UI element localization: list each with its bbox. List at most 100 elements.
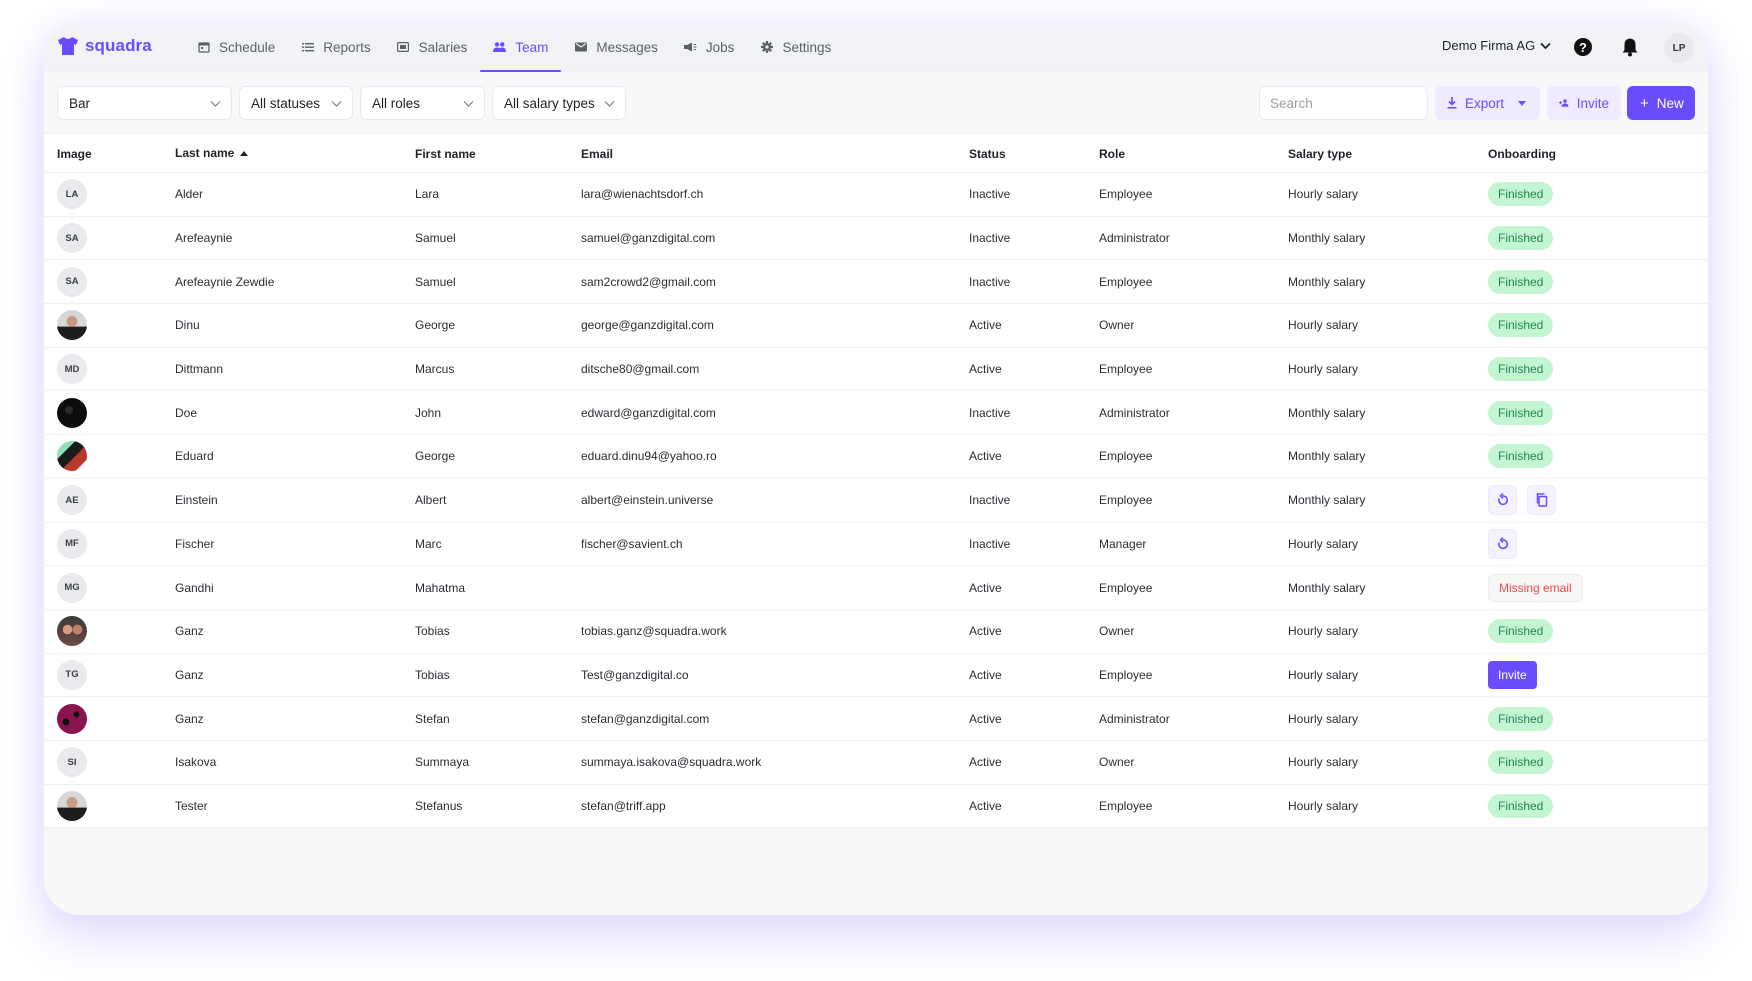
- column-header-role[interactable]: Role: [1099, 147, 1125, 161]
- user-avatar[interactable]: LP: [1664, 33, 1694, 63]
- status-cell: Inactive: [969, 274, 1011, 289]
- table-row[interactable]: AE Einstein Albert albert@einstein.unive…: [44, 478, 1708, 523]
- logo[interactable]: squadra: [57, 36, 152, 56]
- column-header-email[interactable]: Email: [581, 147, 613, 161]
- copy-link-button[interactable]: [1527, 485, 1556, 516]
- company-switcher[interactable]: Demo Firma AG: [1442, 38, 1551, 53]
- column-header-first-name[interactable]: First name: [415, 147, 476, 161]
- table-row[interactable]: Eduard George eduard.dinu94@yahoo.ro Act…: [44, 435, 1708, 479]
- nav-item-reports[interactable]: Reports: [288, 22, 383, 72]
- table-row[interactable]: Ganz Tobias tobias.ganz@squadra.work Act…: [44, 609, 1708, 654]
- location-select[interactable]: Bar: [57, 86, 232, 120]
- main-nav: Schedule Reports Salaries Team Messages …: [184, 22, 844, 72]
- status-cell: Inactive: [969, 405, 1011, 420]
- role-cell: Administrator: [1099, 405, 1170, 420]
- row-invite-button[interactable]: Invite: [1488, 660, 1537, 689]
- status-select[interactable]: All statuses: [239, 86, 353, 120]
- status-cell: Active: [969, 580, 1002, 595]
- email-cell: sam2crowd2@gmail.com: [581, 274, 716, 289]
- avatar-photo: [57, 310, 87, 341]
- resend-invite-button[interactable]: [1488, 528, 1517, 559]
- status-select-value: All statuses: [251, 95, 321, 111]
- status-cell: Inactive: [969, 493, 1011, 508]
- email-cell: samuel@ganzdigital.com: [581, 231, 716, 246]
- table-row[interactable]: Ganz Stefan stefan@ganzdigital.com Activ…: [44, 697, 1708, 741]
- nav-item-salaries[interactable]: Salaries: [384, 22, 481, 72]
- table-row[interactable]: Dinu George george@ganzdigital.com Activ…: [44, 304, 1708, 348]
- nav-item-schedule[interactable]: Schedule: [184, 22, 288, 72]
- caret-down-icon: [1518, 100, 1527, 106]
- gear-icon: [760, 41, 773, 54]
- onboarding-cell: Finished: [1488, 750, 1554, 775]
- missing-email-badge: Missing email: [1488, 573, 1583, 602]
- last-name-cell: Eduard: [175, 449, 214, 464]
- status-cell: Inactive: [969, 231, 1011, 246]
- role-select[interactable]: All roles: [360, 86, 485, 120]
- table-row[interactable]: SI Isakova Summaya summaya.isakova@squad…: [44, 740, 1708, 785]
- table-row[interactable]: MD Dittmann Marcus ditsche80@gmail.com A…: [44, 347, 1708, 392]
- email-cell: albert@einstein.universe: [581, 493, 714, 508]
- onboarding-cell: Finished: [1488, 182, 1554, 207]
- role-cell: Employee: [1099, 274, 1153, 289]
- nav-item-team[interactable]: Team: [480, 22, 562, 72]
- status-cell: Active: [969, 755, 1002, 770]
- table-row[interactable]: MF Fischer Marc fischer@savient.ch Inact…: [44, 522, 1708, 567]
- chevron-down-icon: [604, 100, 615, 107]
- email-cell: george@ganzdigital.com: [581, 318, 714, 333]
- role-cell: Owner: [1099, 624, 1135, 639]
- add-user-icon: [1559, 99, 1569, 107]
- nav-item-settings[interactable]: Settings: [747, 22, 844, 72]
- table-row[interactable]: Doe John edward@ganzdigital.com Inactive…: [44, 391, 1708, 436]
- email-cell: stefan@ganzdigital.com: [581, 711, 710, 726]
- first-name-cell: Stefanus: [415, 798, 463, 813]
- export-button[interactable]: Export: [1435, 86, 1540, 120]
- company-name: Demo Firma AG: [1442, 38, 1536, 53]
- top-navigation: squadra Schedule Reports Salaries Team M…: [44, 22, 1708, 72]
- team-table: Image Last name First name Email Status …: [44, 133, 1708, 829]
- onboarding-cell: Finished: [1488, 269, 1554, 294]
- email-cell: Test@ganzdigital.co: [581, 667, 689, 682]
- resend-invite-button[interactable]: [1488, 485, 1517, 516]
- search-input[interactable]: [1259, 86, 1428, 120]
- table-row[interactable]: SA Arefeaynie Samuel samuel@ganzdigital.…: [44, 216, 1708, 261]
- last-name-cell: Doe: [175, 405, 198, 420]
- salary-type-cell: Monthly salary: [1288, 493, 1366, 508]
- first-name-cell: Summaya: [415, 755, 470, 770]
- salary-type-cell: Hourly salary: [1288, 711, 1359, 726]
- table-row[interactable]: MG Gandhi Mahatma Active Employee Monthl…: [44, 566, 1708, 610]
- salary-type-cell: Hourly salary: [1288, 798, 1359, 813]
- role-cell: Manager: [1099, 536, 1147, 551]
- help-icon[interactable]: ?: [1574, 38, 1592, 56]
- table-row[interactable]: LA Alder Lara lara@wienachtsdorf.ch Inac…: [44, 173, 1708, 217]
- salary-type-select[interactable]: All salary types: [492, 86, 626, 120]
- column-header-status[interactable]: Status: [969, 147, 1006, 161]
- last-name-cell: Ganz: [175, 711, 204, 726]
- role-cell: Administrator: [1099, 711, 1170, 726]
- column-header-salary-type[interactable]: Salary type: [1288, 147, 1352, 161]
- salary-type-cell: Hourly salary: [1288, 536, 1359, 551]
- column-header-last-name[interactable]: Last name: [175, 146, 249, 160]
- table-row[interactable]: TG Ganz Tobias Test@ganzdigital.co Activ…: [44, 653, 1708, 698]
- onboarding-cell: Finished: [1488, 226, 1554, 251]
- column-header-onboarding[interactable]: Onboarding: [1488, 147, 1556, 161]
- avatar-initials: MD: [57, 354, 87, 385]
- first-name-cell: Samuel: [415, 274, 456, 289]
- first-name-cell: George: [415, 449, 456, 464]
- first-name-cell: Stefan: [415, 711, 450, 726]
- avatar-initials: AE: [57, 485, 87, 516]
- new-button[interactable]: + New: [1627, 86, 1695, 120]
- last-name-cell: Dittmann: [175, 362, 224, 377]
- invite-button[interactable]: Invite: [1547, 86, 1621, 120]
- last-name-cell: Ganz: [175, 667, 204, 682]
- avatar-photo: [57, 703, 87, 734]
- column-label: First name: [415, 147, 476, 161]
- bell-icon[interactable]: [1621, 37, 1639, 57]
- chevron-down-icon: [210, 100, 221, 107]
- nav-item-messages[interactable]: Messages: [561, 22, 671, 72]
- status-cell: Active: [969, 449, 1002, 464]
- table-row[interactable]: SA Arefeaynie Zewdie Samuel sam2crowd2@g…: [44, 260, 1708, 305]
- table-row[interactable]: Tester Stefanus stefan@triff.app Active …: [44, 784, 1708, 829]
- onboarding-finished-badge: Finished: [1488, 182, 1554, 207]
- onboarding-finished-badge: Finished: [1488, 226, 1554, 251]
- nav-item-jobs[interactable]: Jobs: [671, 22, 748, 72]
